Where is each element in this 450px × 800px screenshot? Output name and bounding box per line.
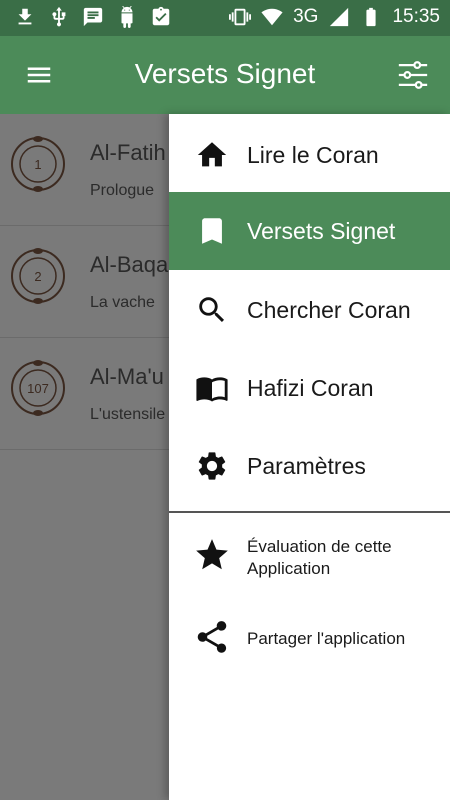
drawer-item-label: Hafizi Coran <box>247 374 374 401</box>
android-icon <box>121 6 133 28</box>
drawer-item-rate-app[interactable]: Évaluation de cette Application <box>169 522 450 592</box>
surah-subtitle: L'ustensile <box>90 406 166 423</box>
status-bar: 3G 15:35 <box>0 0 450 36</box>
drawer-item-search-quran[interactable]: Chercher Coran <box>169 271 450 349</box>
surah-number-badge-icon: 2 <box>11 248 65 304</box>
surah-number-badge-icon: 107 <box>11 360 65 416</box>
drawer-item-hafizi-quran[interactable]: Hafizi Coran <box>169 349 450 427</box>
drawer-item-label: Versets Signet <box>247 217 396 244</box>
clipboard-check-icon <box>152 6 170 26</box>
drawer-item-label: Chercher Coran <box>247 296 411 323</box>
battery-icon <box>366 7 377 27</box>
signal-icon <box>330 7 349 27</box>
status-time: 15:35 <box>392 6 440 27</box>
search-icon <box>199 297 225 323</box>
drawer-divider <box>169 511 450 513</box>
bookmark-icon <box>202 218 222 244</box>
vibrate-icon <box>229 8 252 26</box>
surah-name: Al-Ma'u <box>90 364 164 389</box>
network-type: 3G <box>293 6 319 27</box>
share-icon <box>197 621 227 653</box>
drawer-item-label: Lire le Coran <box>247 141 379 168</box>
surah-name: Al-Baqa <box>90 252 169 277</box>
surah-subtitle: La vache <box>90 294 155 311</box>
navigation-drawer: Lire le Coran Versets Signet Chercher Co… <box>169 114 450 800</box>
drawer-item-read-quran[interactable]: Lire le Coran <box>169 116 450 194</box>
message-icon <box>83 7 103 27</box>
page-title: Versets Signet <box>134 58 316 89</box>
book-icon <box>196 377 228 402</box>
surah-number: 2 <box>34 269 41 284</box>
drawer-item-share-app[interactable]: Partager l'application <box>169 606 450 676</box>
surah-subtitle: Prologue <box>90 182 155 199</box>
drawer-item-settings[interactable]: Paramètres <box>169 427 450 505</box>
download-icon <box>18 8 32 25</box>
wifi-icon <box>261 8 283 26</box>
surah-number: 1 <box>34 157 41 172</box>
drawer-item-label: Partager l'application <box>247 629 406 648</box>
filter-settings-icon[interactable] <box>396 58 430 92</box>
star-icon <box>196 539 228 570</box>
home-icon <box>197 142 227 167</box>
usb-icon <box>52 6 66 27</box>
surah-name: Al-Fatih <box>90 140 166 165</box>
drawer-item-label: Évaluation de cette <box>247 537 392 556</box>
drawer-item-bookmarked-verses[interactable]: Versets Signet <box>169 192 450 270</box>
drawer-item-label: Paramètres <box>247 452 366 479</box>
drawer-item-label-line2: Application <box>247 559 331 578</box>
gear-icon <box>198 452 226 480</box>
app-bar: Versets Signet <box>0 36 450 114</box>
surah-number-badge-icon: 1 <box>11 136 65 192</box>
surah-number: 107 <box>27 381 49 396</box>
